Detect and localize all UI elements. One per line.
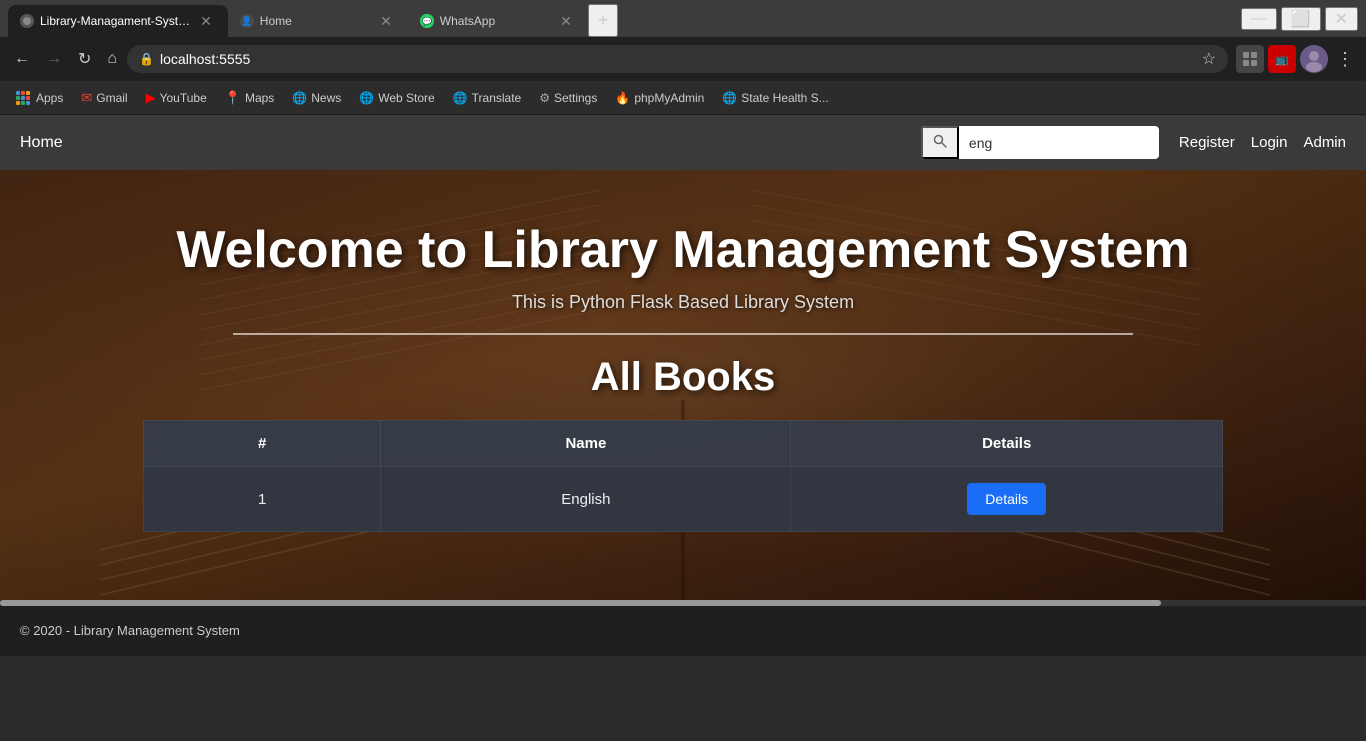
bookmarks-bar: Apps ✉ Gmail ▶ YouTube 📍 Maps 🌐 News 🌐 W… — [0, 81, 1366, 115]
register-link[interactable]: Register — [1179, 134, 1235, 151]
bookmark-statehealth[interactable]: 🌐 State Health S... — [714, 87, 836, 109]
bookmark-news-label: News — [311, 91, 341, 105]
bookmark-star-icon[interactable]: ☆ — [1202, 49, 1216, 69]
site-navbar: Home Register Login Admin — [0, 115, 1366, 170]
site-footer: © 2020 - Library Management System — [0, 606, 1366, 656]
tab-library[interactable]: Library-Managament-Syst… ✕ — [8, 5, 228, 37]
books-table-wrapper: # Name Details 1 English Details — [143, 420, 1223, 532]
profile-avatar[interactable] — [1300, 45, 1328, 73]
bookmark-settings-label: Settings — [554, 91, 597, 105]
webstore-icon: 🌐 — [359, 91, 374, 105]
tab3-favicon: 💬 — [420, 14, 434, 28]
window-controls: — ⬜ ✕ — [1241, 7, 1358, 31]
col-header-details: Details — [791, 421, 1223, 467]
bookmark-phpmyadmin[interactable]: 🔥 phpMyAdmin — [607, 87, 712, 109]
tab2-close-icon[interactable]: ✕ — [376, 11, 396, 32]
table-row: 1 English Details — [144, 467, 1223, 532]
phpmyadmin-icon: 🔥 — [615, 91, 630, 105]
tab-home[interactable]: 👤 Home ✕ — [228, 5, 408, 37]
news-icon: 🌐 — [292, 91, 307, 105]
bookmark-statehealth-label: State Health S... — [741, 91, 828, 105]
address-bar-input-wrap[interactable]: 🔒 ☆ — [127, 45, 1228, 73]
home-nav-link[interactable]: Home — [20, 134, 63, 152]
col-header-number: # — [144, 421, 381, 467]
lock-icon: 🔒 — [139, 52, 154, 66]
bookmark-settings[interactable]: ⚙ Settings — [531, 87, 605, 109]
table-header-row: # Name Details — [144, 421, 1223, 467]
browser-menu-button[interactable]: ⋮ — [1332, 49, 1358, 70]
close-window-button[interactable]: ✕ — [1325, 7, 1358, 31]
bookmark-maps[interactable]: 📍 Maps — [217, 86, 283, 110]
row-details-cell: Details — [791, 467, 1223, 532]
maximize-button[interactable]: ⬜ — [1281, 7, 1321, 31]
tab1-favicon — [20, 14, 34, 28]
youtube-icon: ▶ — [146, 90, 156, 106]
table-header: # Name Details — [144, 421, 1223, 467]
minimize-button[interactable]: — — [1241, 8, 1277, 30]
forward-button[interactable]: → — [40, 46, 68, 72]
bookmark-gmail[interactable]: ✉ Gmail — [73, 86, 135, 110]
bookmark-translate-label: Translate — [472, 91, 522, 105]
bookmark-webstore-label: Web Store — [378, 91, 434, 105]
all-books-title: All Books — [0, 355, 1366, 400]
table-body: 1 English Details — [144, 467, 1223, 532]
bookmark-apps[interactable]: Apps — [8, 87, 71, 109]
search-form — [921, 126, 1159, 159]
books-table: # Name Details 1 English Details — [143, 420, 1223, 532]
hero-divider — [233, 333, 1133, 335]
details-button[interactable]: Details — [967, 483, 1046, 515]
statehealth-icon: 🌐 — [722, 91, 737, 105]
nav-links: Register Login Admin — [1179, 134, 1346, 151]
translate-icon: 🌐 — [453, 91, 468, 105]
new-tab-button[interactable]: + — [588, 4, 619, 37]
tab1-title: Library-Managament-Syst… — [40, 14, 190, 28]
bookmark-phpmyadmin-label: phpMyAdmin — [634, 91, 704, 105]
hero-subtitle: This is Python Flask Based Library Syste… — [0, 292, 1366, 313]
maps-icon: 📍 — [225, 90, 241, 106]
footer-copyright: © 2020 - Library Management System — [20, 623, 240, 638]
tab2-title: Home — [260, 14, 370, 28]
toolbar-extensions: 📺 — [1236, 45, 1296, 73]
address-bar: ← → ↻ ⌂ 🔒 ☆ 📺 ⋮ — [0, 37, 1366, 81]
col-header-name: Name — [381, 421, 791, 467]
bookmark-maps-label: Maps — [245, 91, 274, 105]
bookmark-apps-label: Apps — [36, 91, 63, 105]
bookmark-youtube-label: YouTube — [160, 91, 207, 105]
tab2-favicon: 👤 — [240, 14, 254, 28]
tabs-container: Library-Managament-Syst… ✕ 👤 Home ✕ 💬 Wh… — [8, 0, 1233, 37]
browser-chrome: Library-Managament-Syst… ✕ 👤 Home ✕ 💬 Wh… — [0, 0, 1366, 115]
hero-section: Welcome to Library Management System Thi… — [0, 170, 1366, 600]
bookmark-news[interactable]: 🌐 News — [284, 87, 349, 109]
bookmark-translate[interactable]: 🌐 Translate — [445, 87, 530, 109]
extension2-icon[interactable]: 📺 — [1268, 45, 1296, 73]
gmail-icon: ✉ — [81, 90, 92, 106]
title-bar: Library-Managament-Syst… ✕ 👤 Home ✕ 💬 Wh… — [0, 0, 1366, 37]
search-button[interactable] — [921, 126, 959, 159]
search-input[interactable] — [959, 129, 1159, 157]
apps-icon — [16, 91, 30, 105]
tab3-close-icon[interactable]: ✕ — [556, 11, 576, 32]
login-link[interactable]: Login — [1251, 134, 1288, 151]
row-name: English — [381, 467, 791, 532]
reload-button[interactable]: ↻ — [72, 45, 97, 73]
url-input[interactable] — [160, 51, 1196, 67]
bookmark-gmail-label: Gmail — [96, 91, 127, 105]
settings-icon: ⚙ — [539, 91, 550, 105]
tab3-title: WhatsApp — [440, 14, 550, 28]
bookmark-youtube[interactable]: ▶ YouTube — [138, 86, 215, 110]
svg-text:💬: 💬 — [422, 16, 432, 26]
back-button[interactable]: ← — [8, 46, 36, 72]
admin-link[interactable]: Admin — [1303, 134, 1346, 151]
bookmark-webstore[interactable]: 🌐 Web Store — [351, 87, 442, 109]
home-page-button[interactable]: ⌂ — [101, 46, 123, 72]
hero-content: Welcome to Library Management System Thi… — [0, 220, 1366, 400]
extension1-icon[interactable] — [1236, 45, 1264, 73]
row-number: 1 — [144, 467, 381, 532]
tab1-close-icon[interactable]: ✕ — [196, 11, 216, 32]
tab-whatsapp[interactable]: 💬 WhatsApp ✕ — [408, 5, 588, 37]
hero-title: Welcome to Library Management System — [0, 220, 1366, 280]
